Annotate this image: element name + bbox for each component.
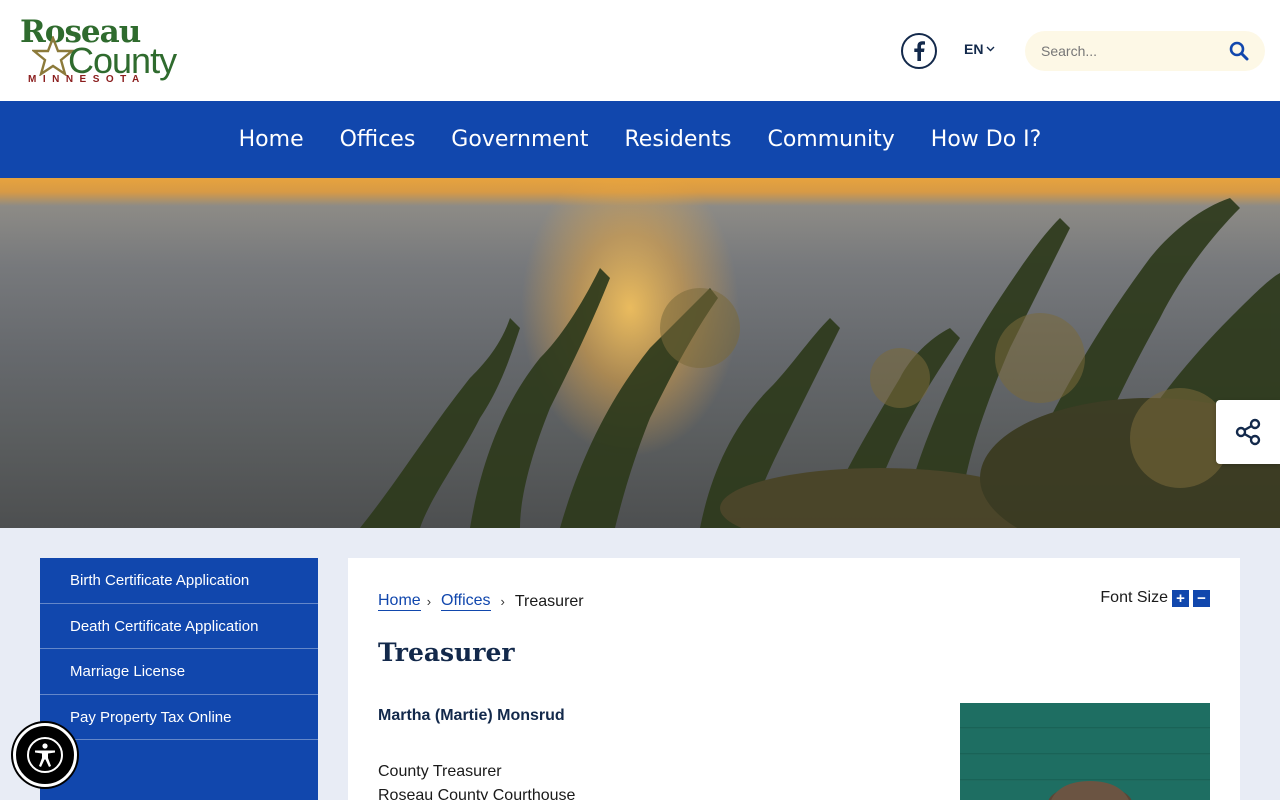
search-box xyxy=(1025,31,1265,71)
breadcrumb-home[interactable]: Home xyxy=(378,592,421,611)
logo-line-3: MINNESOTA xyxy=(28,74,146,85)
accessibility-button[interactable] xyxy=(13,723,77,787)
sidebar-quick-links: Birth Certificate Application Death Cert… xyxy=(40,558,318,800)
nav-item-residents[interactable]: Residents xyxy=(625,127,732,152)
nav-item-community[interactable]: Community xyxy=(767,127,894,152)
person-role: County Treasurer xyxy=(378,763,502,780)
breadcrumb-separator: › xyxy=(426,594,432,609)
sidebar-item-death-certificate[interactable]: Death Certificate Application xyxy=(40,604,318,649)
breadcrumb: Home › Offices › Treasurer xyxy=(378,592,584,611)
person-location: Roseau County Courthouse xyxy=(378,787,576,800)
nav-item-home[interactable]: Home xyxy=(239,127,304,152)
chevron-down-icon xyxy=(986,46,995,52)
page-title: Treasurer xyxy=(378,638,515,667)
breadcrumb-separator: › xyxy=(500,594,505,609)
site-header: Roseau County MINNESOTA EN xyxy=(0,0,1280,101)
font-size-increase-button[interactable]: + xyxy=(1172,589,1189,607)
main-content: Home › Offices › Treasurer Font Size + −… xyxy=(348,558,1240,800)
breadcrumb-current: Treasurer xyxy=(514,592,584,610)
hero-plants-silhouette xyxy=(360,198,1280,528)
nav-item-government[interactable]: Government xyxy=(451,127,588,152)
sidebar-item-birth-certificate[interactable]: Birth Certificate Application xyxy=(40,558,318,604)
photo-portrait xyxy=(1048,781,1132,800)
nav-item-offices[interactable]: Offices xyxy=(340,127,416,152)
language-label: EN xyxy=(964,41,984,57)
language-selector[interactable]: EN xyxy=(964,41,995,57)
hero-image-lake-sunset xyxy=(0,178,1280,528)
breadcrumb-offices[interactable]: Offices xyxy=(441,592,491,611)
accessibility-icon xyxy=(27,737,63,773)
nav-item-how-do-i[interactable]: How Do I? xyxy=(931,127,1042,152)
font-size-control: Font Size + − xyxy=(1100,589,1210,607)
sidebar-item-pay-property-tax[interactable]: Pay Property Tax Online xyxy=(40,695,318,740)
search-icon[interactable] xyxy=(1229,41,1249,61)
person-name: Martha (Martie) Monsrud xyxy=(378,707,565,724)
font-size-label: Font Size xyxy=(1100,589,1168,606)
treasurer-photo xyxy=(960,703,1210,800)
font-size-decrease-button[interactable]: − xyxy=(1193,589,1210,607)
facebook-button[interactable] xyxy=(901,33,937,69)
share-icon xyxy=(1235,418,1261,446)
main-navigation: Home Offices Government Residents Commun… xyxy=(0,101,1280,178)
facebook-icon xyxy=(914,41,925,61)
roseau-county-logo[interactable]: Roseau County MINNESOTA xyxy=(20,14,190,90)
search-input[interactable] xyxy=(1041,31,1221,71)
sidebar-item-marriage-license[interactable]: Marriage License xyxy=(40,649,318,695)
share-button[interactable] xyxy=(1216,400,1280,464)
